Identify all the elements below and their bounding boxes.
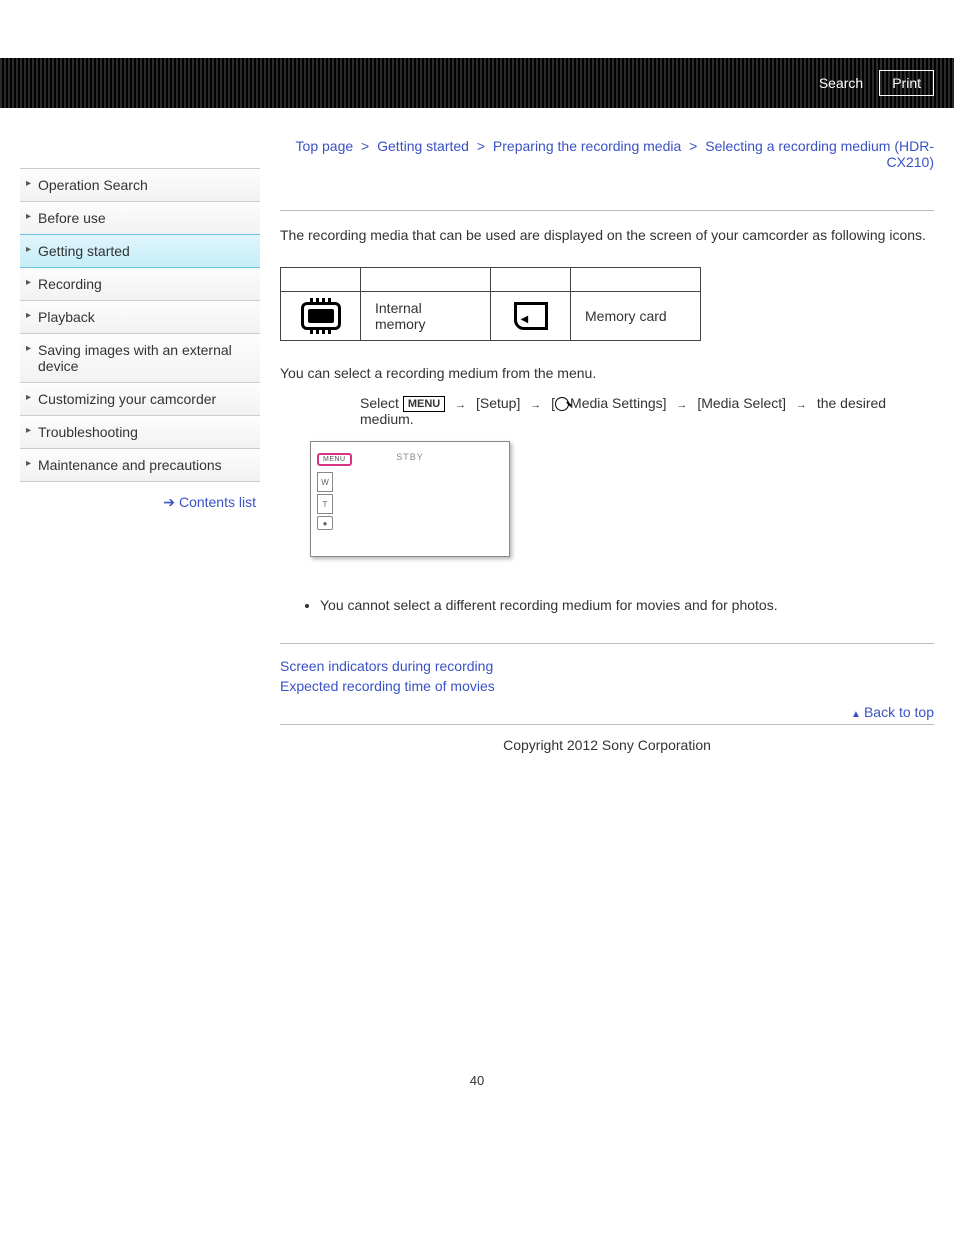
sidebar-item[interactable]: Getting started	[20, 234, 260, 268]
sidebar-item[interactable]: Operation Search	[20, 169, 260, 202]
search-button[interactable]: Search	[813, 71, 869, 95]
internal-memory-icon	[301, 302, 341, 330]
breadcrumb-item[interactable]: Getting started	[377, 138, 469, 154]
intro-text: The recording media that can be used are…	[280, 227, 934, 243]
sidebar-item[interactable]: Troubleshooting	[20, 416, 260, 449]
select-instruction: You can select a recording medium from t…	[280, 365, 934, 381]
top-bar: Search Print	[0, 58, 954, 108]
internal-memory-label: Internal memory	[361, 292, 491, 341]
related-link[interactable]: Screen indicators during recording	[280, 658, 934, 674]
main-content: Top page > Getting started > Preparing t…	[280, 108, 934, 753]
menu-highlight: MENU	[317, 453, 352, 466]
menu-badge-icon: MENU	[403, 396, 445, 412]
sidebar: Operation SearchBefore useGetting starte…	[20, 108, 260, 753]
arrow-icon: →	[676, 399, 687, 411]
breadcrumb-item[interactable]: Selecting a recording medium (HDR-CX210)	[705, 138, 934, 170]
note-item: You cannot select a different recording …	[320, 597, 934, 613]
stby-label: STBY	[396, 452, 424, 462]
breadcrumb: Top page > Getting started > Preparing t…	[280, 138, 934, 170]
sidebar-item[interactable]: Customizing your camcorder	[20, 383, 260, 416]
sidebar-item[interactable]: Saving images with an external device	[20, 334, 260, 383]
sidebar-item[interactable]: Before use	[20, 202, 260, 235]
breadcrumb-item[interactable]: Preparing the recording media	[493, 138, 681, 154]
memory-card-label: Memory card	[571, 292, 701, 341]
toolbox-icon	[555, 397, 569, 411]
breadcrumb-item[interactable]: Top page	[296, 138, 354, 154]
triangle-up-icon: ▲	[851, 709, 861, 720]
memory-card-icon	[514, 302, 548, 330]
page-number: 40	[0, 1073, 954, 1088]
camcorder-screen-illustration: MENU STBY W T ●	[310, 441, 510, 557]
sidebar-item[interactable]: Maintenance and precautions	[20, 449, 260, 482]
contents-list-link[interactable]: ➔Contents list	[20, 482, 260, 511]
arrow-icon: →	[530, 399, 541, 411]
copyright-text: Copyright 2012 Sony Corporation	[280, 737, 934, 753]
divider	[280, 210, 934, 211]
arrow-icon: →	[455, 399, 466, 411]
arrow-icon: →	[796, 399, 807, 411]
related-link[interactable]: Expected recording time of movies	[280, 678, 934, 694]
sidebar-item[interactable]: Playback	[20, 301, 260, 334]
notes-section: You cannot select a different recording …	[280, 597, 934, 613]
back-to-top-link[interactable]: ▲Back to top	[280, 704, 934, 720]
arrow-right-icon: ➔	[163, 494, 175, 510]
media-table: Internal memory Memory card	[280, 267, 701, 341]
zoom-control: W T ●	[317, 472, 333, 530]
related-topics: Screen indicators during recording Expec…	[280, 658, 934, 694]
sidebar-item[interactable]: Recording	[20, 268, 260, 301]
menu-path: Select MENU → [Setup] → [Media Settings]…	[360, 395, 934, 427]
print-button[interactable]: Print	[879, 70, 934, 96]
divider	[280, 643, 934, 644]
